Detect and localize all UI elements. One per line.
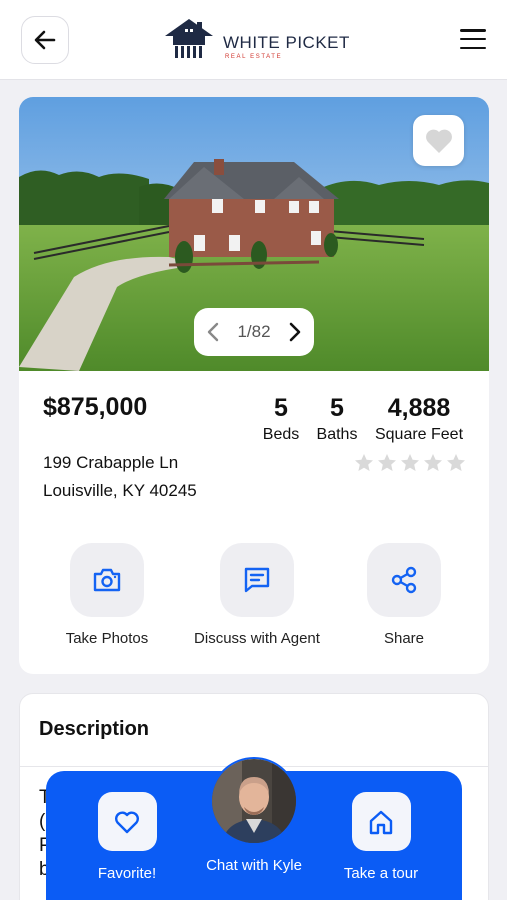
brand-logo[interactable]: WHITE PICKET REAL ESTATE	[163, 16, 353, 64]
sqft-stat: 4,888 Square Feet	[371, 393, 467, 444]
take-photos-button[interactable]: Take Photos	[59, 543, 155, 647]
discuss-label: Discuss with Agent	[194, 630, 320, 647]
share-button[interactable]: Share	[363, 543, 445, 647]
heart-outline-icon	[115, 811, 139, 833]
share-icon	[391, 566, 417, 594]
tour-label: Take a tour	[343, 865, 419, 882]
menu-line	[460, 46, 486, 49]
star-rating[interactable]	[354, 453, 466, 472]
share-label: Share	[383, 630, 425, 647]
baths-stat: 5 Baths	[312, 393, 362, 444]
menu-line	[460, 37, 486, 41]
property-card: 1/82 $875,000 199 Crabapple Ln Louisvill…	[19, 97, 489, 674]
star-icon	[355, 454, 373, 471]
chevron-right-icon[interactable]	[288, 322, 302, 342]
take-photos-label: Take Photos	[65, 630, 149, 647]
address-street: 199 Crabapple Ln	[43, 453, 179, 472]
sqft-label: Square Feet	[374, 426, 464, 443]
photo-favorite-button[interactable]	[413, 115, 464, 166]
photo-counter: 1/82	[237, 322, 271, 341]
take-tour-button[interactable]: Take a tour	[338, 792, 424, 882]
star-icon	[447, 454, 465, 471]
address-city: Louisville, KY 40245	[43, 481, 197, 500]
back-button[interactable]	[21, 16, 69, 64]
star-icon	[424, 454, 442, 471]
beds-label: Beds	[262, 426, 300, 443]
chat-with-agent-button[interactable]: Chat with Kyle	[196, 857, 312, 874]
star-icon	[401, 454, 419, 471]
logo-subtitle: REAL ESTATE	[225, 54, 283, 60]
share-icon-box	[367, 543, 441, 617]
tour-icon-box	[351, 792, 411, 851]
logo-title: WHITE PICKET	[223, 33, 350, 52]
beds-stat: 5 Beds	[261, 393, 301, 444]
agent-photo-image	[212, 759, 296, 843]
agent-avatar[interactable]	[210, 757, 298, 845]
discuss-icon-box	[220, 543, 294, 617]
arrow-left-icon	[34, 30, 56, 50]
chevron-left-icon[interactable]	[206, 322, 220, 342]
property-photo[interactable]: 1/82	[19, 97, 489, 371]
take-photos-icon-box	[70, 543, 144, 617]
home-icon	[369, 810, 393, 834]
baths-label: Baths	[316, 426, 358, 443]
description-title: Description	[39, 718, 150, 740]
beds-value: 5	[274, 394, 288, 422]
favorite-button[interactable]: Favorite!	[86, 792, 168, 882]
hamburger-menu-icon	[460, 29, 486, 32]
star-icon	[378, 454, 396, 471]
heart-icon	[425, 129, 452, 153]
camera-icon	[93, 568, 121, 592]
listing-price: $875,000	[43, 393, 148, 421]
favorite-label: Favorite!	[97, 865, 157, 882]
favorite-icon-box	[97, 792, 157, 851]
house-logo-icon	[165, 19, 213, 58]
chat-label: Chat with Kyle	[206, 857, 302, 874]
menu-button[interactable]	[458, 26, 488, 52]
app-header: WHITE PICKET REAL ESTATE	[0, 0, 507, 80]
discuss-with-agent-button[interactable]: Discuss with Agent	[187, 543, 327, 647]
baths-value: 5	[330, 394, 344, 422]
photo-pager: 1/82	[194, 308, 314, 356]
sqft-value: 4,888	[387, 394, 451, 422]
message-icon	[244, 567, 270, 593]
